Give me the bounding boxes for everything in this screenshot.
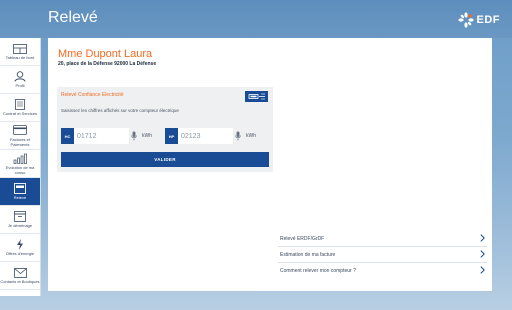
- microphone-icon[interactable]: [233, 128, 243, 144]
- sidebar-item-contacts[interactable]: Contacts et Boutiques: [0, 262, 40, 290]
- client-name: Mme Dupont Laura: [58, 48, 153, 60]
- microphone-icon[interactable]: [129, 128, 139, 144]
- sidebar-item-label: Contrat et Services: [2, 111, 37, 116]
- link-label: Relevé ERDF/GrDF: [280, 235, 325, 242]
- sidebar-item-profile[interactable]: Profil: [0, 66, 40, 94]
- link-how-to-read[interactable]: Comment relever mon compteur ?: [278, 263, 487, 279]
- sidebar-item-offers[interactable]: Offres d'énergie: [0, 234, 40, 262]
- client-address: 20, place de la Défense 92000 La Défense: [58, 61, 157, 67]
- sidebar-item-label: Offres d'énergie: [5, 251, 35, 256]
- sidebar: Tableau de bord Profil Contrat et Servic…: [0, 38, 41, 296]
- sidebar-item-label: Factures et Paiements: [9, 136, 30, 147]
- document-icon: [13, 99, 27, 110]
- sidebar-item-label: Relevé: [13, 195, 27, 200]
- meter-icon: [13, 183, 27, 194]
- sidebar-item-contract[interactable]: Contrat et Services: [0, 94, 40, 122]
- sidebar-item-label: Contacts et Boutiques: [0, 279, 40, 284]
- sidebar-item-label: Profil: [15, 83, 25, 88]
- sidebar-item-invoices[interactable]: Factures et Paiements: [0, 122, 40, 150]
- meter-badge-icon: [245, 91, 268, 102]
- link-label: Comment relever mon compteur ?: [280, 268, 356, 274]
- sidebar-item-consumption[interactable]: Evolution de ma conso: [0, 150, 40, 178]
- edf-flower-icon: [457, 12, 474, 28]
- top-bar: Relevé EDF: [0, 0, 512, 38]
- panel-instructions: Saisissez les chiffres affichés sur votr…: [61, 108, 179, 113]
- link-erdf-grdf[interactable]: Relevé ERDF/GrDF: [278, 231, 487, 247]
- page-title: Relevé: [48, 9, 98, 26]
- sidebar-item-dashboard[interactable]: Tableau de bord: [0, 38, 40, 66]
- chevron-right-icon: [480, 233, 485, 244]
- dashboard-icon: [13, 43, 27, 54]
- box-icon: [13, 211, 27, 222]
- sidebar-item-moving[interactable]: Je déménage: [0, 206, 40, 234]
- meter-reading-panel: Relevé Confiance Electricité Saisissez l…: [57, 87, 273, 172]
- bolt-icon: [13, 239, 27, 250]
- reading-hc: HC 01712 kWh: [61, 128, 152, 144]
- sidebar-item-releve[interactable]: Relevé: [0, 178, 40, 206]
- logo-text: EDF: [476, 14, 500, 26]
- hp-reading-input[interactable]: 02123: [178, 128, 233, 144]
- help-links: Relevé ERDF/GrDF Estimation de ma factur…: [278, 231, 487, 279]
- reading-unit: kWh: [142, 133, 152, 139]
- sidebar-item-label: Evolution de ma conso: [5, 164, 35, 175]
- validate-button[interactable]: VALIDER: [61, 152, 269, 167]
- edf-logo: EDF: [457, 10, 501, 30]
- reading-unit: kWh: [246, 133, 256, 139]
- panel-title: Relevé Confiance Electricité: [61, 92, 124, 98]
- sidebar-item-label: Je déménage: [7, 223, 33, 228]
- reading-hp: HP 02123 kWh: [165, 128, 256, 144]
- main-card: Mme Dupont Laura 20, place de la Défense…: [48, 38, 492, 291]
- mail-icon: [13, 267, 27, 278]
- reading-tag: HC: [61, 128, 74, 144]
- link-estimation[interactable]: Estimation de ma facture: [278, 247, 487, 263]
- hc-reading-input[interactable]: 01712: [74, 128, 129, 144]
- card-icon: [13, 125, 27, 136]
- reading-tag: HP: [165, 128, 178, 144]
- link-label: Estimation de ma facture: [280, 251, 336, 258]
- bar-chart-icon: [13, 153, 27, 164]
- chevron-right-icon: [480, 249, 485, 260]
- chevron-right-icon: [480, 266, 485, 276]
- user-icon: [13, 71, 27, 82]
- sidebar-item-label: Tableau de bord: [5, 55, 35, 60]
